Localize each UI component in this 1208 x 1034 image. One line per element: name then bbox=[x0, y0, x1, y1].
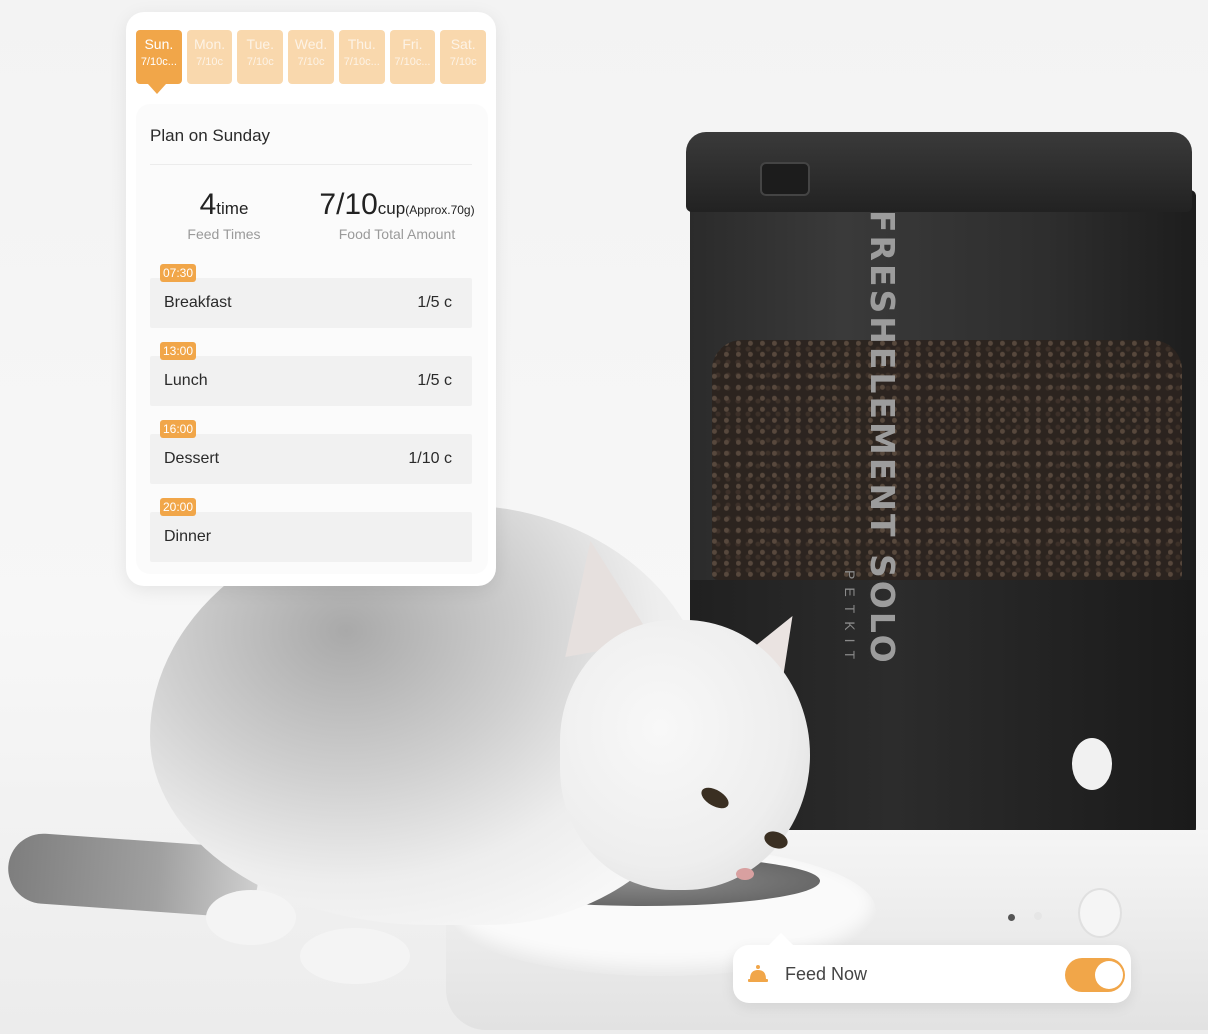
day-amount: 7/10c bbox=[246, 56, 274, 68]
meal-time-badge: 13:00 bbox=[160, 342, 197, 360]
day-amount: 7/10c bbox=[196, 56, 224, 68]
tab-tuesday[interactable]: Tue. 7/10c bbox=[237, 30, 284, 84]
tab-thursday[interactable]: Thu. 7/10c... bbox=[338, 30, 385, 84]
divider bbox=[150, 164, 472, 165]
food-total-unit: cup bbox=[377, 199, 406, 218]
feed-times-unit: time bbox=[216, 199, 249, 218]
meal-list: Breakfast 1/5 c 07:30 Lunch 1/5 c 13:00 … bbox=[150, 264, 474, 576]
day-amount: 7/10c... bbox=[343, 56, 380, 68]
meal-time-badge: 20:00 bbox=[160, 498, 197, 516]
day-tabs: Sun. 7/10c... Mon. 7/10c Tue. 7/10c Wed.… bbox=[136, 30, 487, 84]
meal-name: Dessert bbox=[164, 450, 220, 467]
feed-times-value: 4 bbox=[199, 188, 217, 221]
toggle-knob bbox=[1095, 961, 1123, 989]
tab-sunday[interactable]: Sun. 7/10c... bbox=[136, 30, 182, 84]
food-total-stat: 7/10cup(Approx.70g) Food Total Amount bbox=[308, 188, 486, 242]
plan-title: Plan on Sunday bbox=[150, 126, 271, 145]
day-amount: 7/10c bbox=[449, 56, 477, 68]
day-name: Sat. bbox=[450, 36, 476, 52]
feeder-bowl-inner bbox=[470, 856, 820, 906]
indicator-dot bbox=[1034, 912, 1042, 920]
feeder-knob bbox=[1072, 738, 1112, 790]
day-name: Fri. bbox=[402, 36, 423, 52]
meal-time-badge: 07:30 bbox=[160, 264, 197, 282]
meal-time-badge: 16:00 bbox=[160, 420, 197, 438]
feed-now-label: Feed Now bbox=[785, 964, 868, 984]
tab-wednesday[interactable]: Wed. 7/10c bbox=[288, 30, 334, 84]
food-total-label: Food Total Amount bbox=[338, 226, 456, 242]
meal-name: Dinner bbox=[164, 528, 212, 545]
meal-amount: 1/5 c bbox=[417, 372, 452, 389]
list-item[interactable]: Dinner 20:00 bbox=[150, 498, 474, 576]
maker-name: PETKIT bbox=[842, 570, 858, 668]
feed-now-toggle[interactable] bbox=[1065, 958, 1125, 992]
bell-icon bbox=[747, 963, 769, 985]
meal-amount: 1/10 c bbox=[408, 450, 452, 467]
feed-times-stat: 4time Feed Times bbox=[164, 188, 284, 242]
feed-now-panel: Feed Now bbox=[733, 933, 1131, 1003]
list-item[interactable]: Breakfast 1/5 c 07:30 bbox=[150, 264, 474, 342]
feeder-button bbox=[1078, 888, 1122, 938]
lid-clip bbox=[760, 162, 810, 196]
tab-saturday[interactable]: Sat. 7/10c bbox=[440, 30, 487, 84]
feeding-schedule-card: Sun. 7/10c... Mon. 7/10c Tue. 7/10c Wed.… bbox=[126, 12, 496, 586]
day-name: Sun. bbox=[144, 36, 174, 52]
day-amount: 7/10c bbox=[297, 56, 325, 68]
meal-row: Dinner bbox=[150, 512, 472, 562]
kibble bbox=[712, 340, 1182, 580]
meal-name: Lunch bbox=[164, 372, 208, 389]
feed-times-label: Feed Times bbox=[187, 226, 261, 242]
plan-panel: Plan on Sunday 4time Feed Times 7/10cup(… bbox=[136, 104, 488, 574]
day-amount: 7/10c... bbox=[394, 56, 431, 68]
list-item[interactable]: Lunch 1/5 c 13:00 bbox=[150, 342, 474, 420]
meal-row: Breakfast 1/5 c bbox=[150, 278, 472, 328]
tab-friday[interactable]: Fri. 7/10c... bbox=[389, 30, 436, 84]
day-amount: 7/10c... bbox=[140, 56, 177, 68]
food-total-value: 7/10 bbox=[319, 188, 378, 221]
day-name: Thu. bbox=[347, 36, 376, 52]
meal-row: Lunch 1/5 c bbox=[150, 356, 472, 406]
list-item[interactable]: Dessert 1/10 c 16:00 bbox=[150, 420, 474, 498]
meal-amount: 1/5 c bbox=[417, 294, 452, 311]
indicator-dot bbox=[1008, 914, 1015, 921]
tab-monday[interactable]: Mon. 7/10c bbox=[186, 30, 233, 84]
meal-name: Breakfast bbox=[164, 294, 232, 311]
day-name: Mon. bbox=[194, 36, 226, 52]
day-name: Wed. bbox=[294, 36, 328, 52]
selected-day-pointer bbox=[148, 84, 166, 94]
food-total-approx: (Approx.70g) bbox=[405, 203, 475, 217]
feeder-hopper-lower bbox=[690, 580, 1196, 850]
day-name: Tue. bbox=[246, 36, 275, 52]
brand-name: FRESHELEMENT SOLO bbox=[863, 210, 902, 666]
meal-row: Dessert 1/10 c bbox=[150, 434, 472, 484]
